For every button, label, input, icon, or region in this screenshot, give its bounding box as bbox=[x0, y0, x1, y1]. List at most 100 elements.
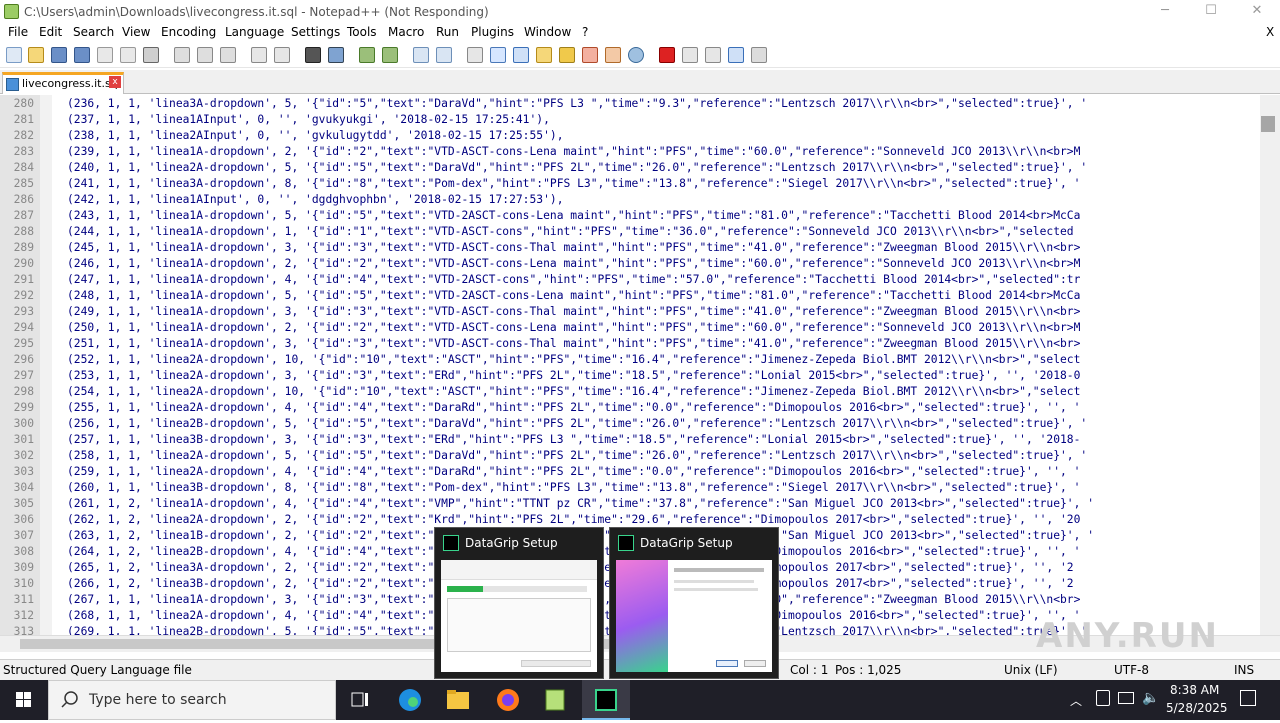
record-macro-icon[interactable] bbox=[659, 47, 675, 63]
security-icon[interactable] bbox=[1096, 690, 1110, 706]
file-explorer-icon[interactable] bbox=[434, 680, 482, 720]
find-icon[interactable] bbox=[305, 47, 321, 63]
paste-icon[interactable] bbox=[220, 47, 236, 63]
menu-window[interactable]: Window bbox=[524, 25, 571, 39]
sync-vertical-icon[interactable] bbox=[413, 47, 429, 63]
menu-encoding[interactable]: Encoding bbox=[161, 25, 216, 39]
menu-plugins[interactable]: Plugins bbox=[471, 25, 514, 39]
cut-icon[interactable] bbox=[174, 47, 190, 63]
open-file-icon[interactable] bbox=[28, 47, 44, 63]
notepadpp-task-icon[interactable] bbox=[532, 680, 580, 720]
volume-icon[interactable]: 🔈 bbox=[1142, 690, 1159, 706]
code-line[interactable]: 302 (258, 1, 1, 'linea2A-dropdown', 5, '{… bbox=[0, 448, 1260, 464]
code-line[interactable]: 289 (245, 1, 1, 'linea1A-dropdown', 3, '{… bbox=[0, 240, 1260, 256]
close-document-button[interactable]: X bbox=[1266, 25, 1274, 39]
datagrip-task-icon[interactable] bbox=[582, 680, 630, 720]
menu-macro[interactable]: Macro bbox=[388, 25, 424, 39]
code-line[interactable]: 281 (237, 1, 1, 'linea1AInput', 0, '', 'g… bbox=[0, 112, 1260, 128]
clock-time[interactable]: 8:38 AM bbox=[1170, 683, 1219, 697]
menu-run[interactable]: Run bbox=[436, 25, 459, 39]
print-icon[interactable] bbox=[143, 47, 159, 63]
network-icon[interactable] bbox=[1118, 692, 1134, 704]
code-line[interactable]: 291 (247, 1, 1, 'linea1A-dropdown', 4, '{… bbox=[0, 272, 1260, 288]
sync-horizontal-icon[interactable] bbox=[436, 47, 452, 63]
code-line[interactable]: 284 (240, 1, 1, 'linea2A-dropdown', 5, '{… bbox=[0, 160, 1260, 176]
code-line[interactable]: 301 (257, 1, 1, 'linea3B-dropdown', 3, '{… bbox=[0, 432, 1260, 448]
menu-file[interactable]: File bbox=[8, 25, 28, 39]
code-line[interactable]: 304 (260, 1, 1, 'linea3B-dropdown', 8, '{… bbox=[0, 480, 1260, 496]
clock-date[interactable]: 5/28/2025 bbox=[1166, 701, 1228, 715]
monitoring-icon[interactable] bbox=[628, 47, 644, 63]
document-map-icon[interactable] bbox=[559, 47, 575, 63]
indent-guide-icon[interactable] bbox=[513, 47, 529, 63]
taskbar-search[interactable]: Type here to search bbox=[48, 680, 336, 720]
code-line[interactable]: 295 (251, 1, 1, 'linea1A-dropdown', 3, '{… bbox=[0, 336, 1260, 352]
minimize-button[interactable]: ─ bbox=[1142, 0, 1188, 24]
menu-language[interactable]: Language bbox=[225, 25, 284, 39]
zoom-out-icon[interactable] bbox=[382, 47, 398, 63]
line-number: 304 bbox=[13, 481, 34, 494]
code-line[interactable]: 288 (244, 1, 1, 'linea1A-dropdown', 1, '{… bbox=[0, 224, 1260, 240]
code-line[interactable]: 280 (236, 1, 1, 'linea3A-dropdown', 5, '{… bbox=[0, 96, 1260, 112]
code-line[interactable]: 287 (243, 1, 1, 'linea1A-dropdown', 5, '{… bbox=[0, 208, 1260, 224]
menu-settings[interactable]: Settings bbox=[291, 25, 340, 39]
code-line[interactable]: 286 (242, 1, 1, 'linea1AInput', 0, '', 'd… bbox=[0, 192, 1260, 208]
edge-icon[interactable] bbox=[386, 680, 434, 720]
play-macro-icon[interactable] bbox=[705, 47, 721, 63]
code-line[interactable]: 294 (250, 1, 1, 'linea1A-dropdown', 2, '{… bbox=[0, 320, 1260, 336]
maximize-button[interactable]: ☐ bbox=[1188, 0, 1234, 24]
menu-edit[interactable]: Edit bbox=[39, 25, 62, 39]
code-line[interactable]: 296 (252, 1, 1, 'linea2A-dropdown', 10, '… bbox=[0, 352, 1260, 368]
title-bar: C:\Users\admin\Downloads\livecongress.it… bbox=[0, 0, 1280, 24]
menu-help[interactable]: ? bbox=[582, 25, 588, 39]
start-button[interactable] bbox=[0, 680, 48, 720]
code-line[interactable]: 290 (246, 1, 1, 'linea1A-dropdown', 2, '{… bbox=[0, 256, 1260, 272]
vertical-scroll-thumb[interactable] bbox=[1261, 116, 1275, 132]
stop-macro-icon[interactable] bbox=[682, 47, 698, 63]
close-all-icon[interactable] bbox=[120, 47, 136, 63]
replace-icon[interactable] bbox=[328, 47, 344, 63]
code-line[interactable]: 285 (241, 1, 1, 'linea3A-dropdown', 8, '{… bbox=[0, 176, 1260, 192]
code-line[interactable]: 305 (261, 1, 2, 'linea1A-dropdown', 4, '{… bbox=[0, 496, 1260, 512]
code-line[interactable]: 300 (256, 1, 1, 'linea2B-dropdown', 5, '{… bbox=[0, 416, 1260, 432]
task-view-icon[interactable] bbox=[336, 680, 384, 720]
run-macro-multiple-icon[interactable] bbox=[728, 47, 744, 63]
code-line[interactable]: 303 (259, 1, 1, 'linea2A-dropdown', 4, '{… bbox=[0, 464, 1260, 480]
function-list-icon[interactable] bbox=[582, 47, 598, 63]
show-all-chars-icon[interactable] bbox=[490, 47, 506, 63]
firefox-icon[interactable] bbox=[484, 680, 532, 720]
word-wrap-icon[interactable] bbox=[467, 47, 483, 63]
datagrip-setup-thumbnail-2[interactable]: DataGrip Setup bbox=[609, 527, 779, 679]
code-line[interactable]: 282 (238, 1, 1, 'linea2AInput', 0, '', 'g… bbox=[0, 128, 1260, 144]
menu-search[interactable]: Search bbox=[73, 25, 114, 39]
save-icon[interactable] bbox=[51, 47, 67, 63]
code-line[interactable]: 299 (255, 1, 1, 'linea2A-dropdown', 4, '{… bbox=[0, 400, 1260, 416]
line-number: 281 bbox=[13, 113, 34, 126]
menu-tools[interactable]: Tools bbox=[347, 25, 377, 39]
notifications-icon[interactable] bbox=[1240, 690, 1256, 706]
line-number: 293 bbox=[13, 305, 34, 318]
user-lang-icon[interactable] bbox=[536, 47, 552, 63]
code-line[interactable]: 293 (249, 1, 1, 'linea1A-dropdown', 3, '{… bbox=[0, 304, 1260, 320]
code-line[interactable]: 297 (253, 1, 1, 'linea2A-dropdown', 3, '{… bbox=[0, 368, 1260, 384]
menu-view[interactable]: View bbox=[122, 25, 150, 39]
tab-close-icon[interactable]: x bbox=[109, 76, 121, 88]
save-all-icon[interactable] bbox=[74, 47, 90, 63]
code-line[interactable]: 306 (262, 1, 2, 'linea2A-dropdown', 2, '{… bbox=[0, 512, 1260, 528]
zoom-in-icon[interactable] bbox=[359, 47, 375, 63]
tab-livecongress[interactable]: livecongress.it.sql x bbox=[2, 72, 124, 94]
datagrip-setup-thumbnail-1[interactable]: DataGrip Setup bbox=[434, 527, 604, 679]
chevron-up-icon[interactable]: ︿ bbox=[1070, 692, 1082, 709]
close-button[interactable]: ✕ bbox=[1234, 0, 1280, 24]
close-file-icon[interactable] bbox=[97, 47, 113, 63]
folder-workspace-icon[interactable] bbox=[605, 47, 621, 63]
undo-icon[interactable] bbox=[251, 47, 267, 63]
code-line[interactable]: 298 (254, 1, 1, 'linea2A-dropdown', 10, '… bbox=[0, 384, 1260, 400]
code-line[interactable]: 292 (248, 1, 1, 'linea1A-dropdown', 5, '{… bbox=[0, 288, 1260, 304]
code-line[interactable]: 283 (239, 1, 1, 'linea1A-dropdown', 2, '{… bbox=[0, 144, 1260, 160]
save-macro-icon[interactable] bbox=[751, 47, 767, 63]
redo-icon[interactable] bbox=[274, 47, 290, 63]
vertical-scrollbar[interactable] bbox=[1260, 95, 1280, 635]
copy-icon[interactable] bbox=[197, 47, 213, 63]
new-file-icon[interactable] bbox=[6, 47, 22, 63]
